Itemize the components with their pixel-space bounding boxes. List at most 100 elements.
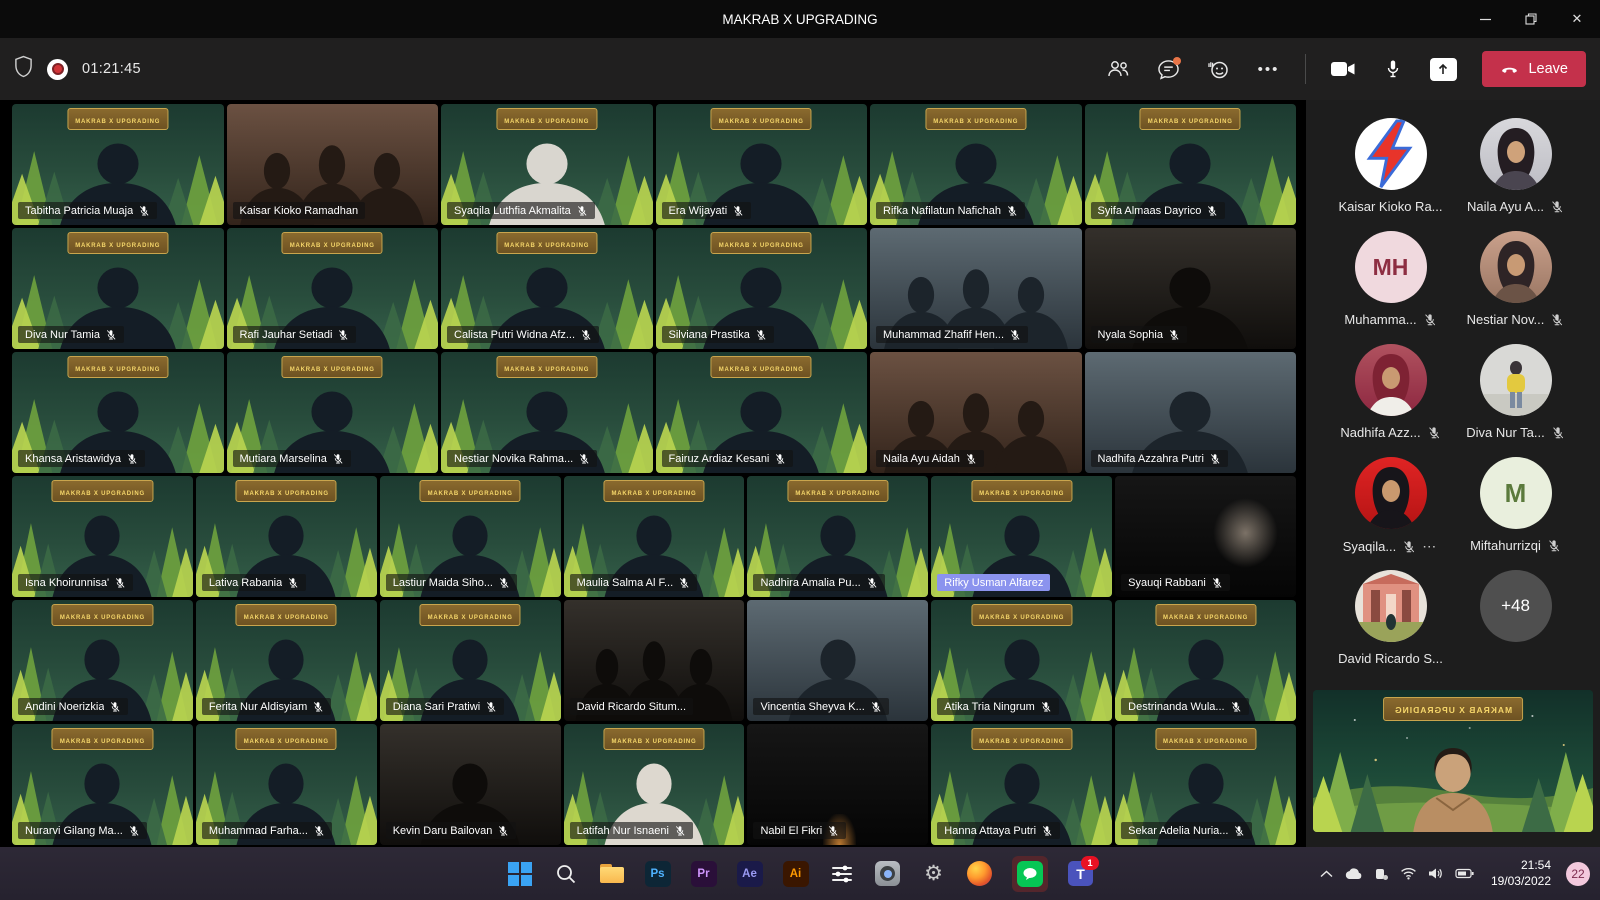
participant-tile[interactable]: MAKRAB X UPGRADINGAtika Tria Ningrum <box>931 600 1112 721</box>
sidebar-participant[interactable]: Nadhifa Azz... <box>1328 344 1453 457</box>
sidebar-participant[interactable]: David Ricardo S... <box>1328 570 1453 683</box>
settings-gear-icon[interactable]: ⚙ <box>920 860 947 887</box>
participant-tile[interactable]: MAKRAB X UPGRADINGIsna Khoirunnisa' <box>12 476 193 597</box>
share-icon[interactable] <box>1422 50 1464 88</box>
more-icon[interactable]: ••• <box>1247 50 1289 88</box>
participant-name: Vincentia Sheyva K... <box>760 701 864 713</box>
firefox-icon[interactable] <box>966 860 993 887</box>
premiere-icon[interactable]: Pr <box>690 860 717 887</box>
participant-tile[interactable]: MAKRAB X UPGRADINGFairuz Ardiaz Kesani <box>656 352 868 473</box>
participant-tile[interactable]: MAKRAB X UPGRADINGMutiara Marselina <box>227 352 439 473</box>
people-icon[interactable] <box>1097 50 1139 88</box>
participant-tile[interactable]: MAKRAB X UPGRADINGKhansa Aristawidya <box>12 352 224 473</box>
participant-tile[interactable]: Nyala Sophia <box>1085 228 1297 349</box>
participant-tile[interactable]: MAKRAB X UPGRADINGRafi Jauhar Setiadi <box>227 228 439 349</box>
after-effects-icon[interactable]: Ae <box>736 860 763 887</box>
sidebar-participant[interactable]: +48 <box>1453 570 1578 683</box>
sidebar-participant[interactable]: Diva Nur Ta... <box>1453 344 1578 457</box>
taskbar-clock[interactable]: 21:54 19/03/2022 <box>1491 858 1551 889</box>
participant-tile[interactable]: MAKRAB X UPGRADINGDiana Sari Pratiwi <box>380 600 561 721</box>
participant-tile[interactable]: Kevin Daru Bailovan <box>380 724 561 845</box>
participant-tile[interactable]: MAKRAB X UPGRADINGDiva Nur Tamia <box>12 228 224 349</box>
participant-tile[interactable]: MAKRAB X UPGRADINGAndini Noerizkia <box>12 600 193 721</box>
line-app-icon[interactable] <box>1012 856 1048 892</box>
close-icon[interactable]: ✕ <box>1554 0 1600 38</box>
sidebar-participant[interactable]: MHMuhamma... <box>1328 231 1453 344</box>
participant-name: Hanna Attaya Putri <box>944 825 1036 837</box>
grid-scroll-gutter[interactable] <box>1296 100 1306 847</box>
participant-tile[interactable]: MAKRAB X UPGRADINGLatifah Nur Isnaeni <box>564 724 745 845</box>
volume-icon[interactable] <box>1428 867 1444 880</box>
sidebar-participant[interactable]: Kaisar Kioko Ra... <box>1328 118 1453 231</box>
participant-tile[interactable]: MAKRAB X UPGRADINGLativa Rabania <box>196 476 377 597</box>
participant-name-label: Nyala Sophia <box>1091 326 1187 343</box>
participant-tile[interactable]: MAKRAB X UPGRADINGNestiar Novika Rahma..… <box>441 352 653 473</box>
participant-name: Mutiara Marselina <box>240 453 327 465</box>
sidebar-participant-name: Miftahurrizqi <box>1470 538 1561 553</box>
cloud-icon[interactable] <box>1344 867 1363 880</box>
mixer-icon[interactable] <box>828 860 855 887</box>
sidebar-participant[interactable]: Nestiar Nov... <box>1453 231 1578 344</box>
participant-tile[interactable]: MAKRAB X UPGRADINGHanna Attaya Putri <box>931 724 1112 845</box>
participant-tile[interactable]: MAKRAB X UPGRADINGLastiur Maida Siho... <box>380 476 561 597</box>
chat-icon[interactable] <box>1147 50 1189 88</box>
teams-app-icon[interactable]: T1 <box>1067 860 1094 887</box>
virtual-bg-banner: MAKRAB X UPGRADING <box>67 232 168 254</box>
participant-tile[interactable]: MAKRAB X UPGRADINGRifky Usman Alfarez <box>931 476 1112 597</box>
clock-date: 19/03/2022 <box>1491 874 1551 890</box>
camera-icon[interactable] <box>1322 50 1364 88</box>
participant-tile[interactable]: MAKRAB X UPGRADINGMaulia Salma Al F... <box>564 476 745 597</box>
participant-tile[interactable]: MAKRAB X UPGRADINGEra Wijayati <box>656 104 868 225</box>
more-options-icon[interactable]: ⋯ <box>1422 538 1438 555</box>
reactions-icon[interactable] <box>1197 50 1239 88</box>
notification-count-badge[interactable]: 22 <box>1566 862 1590 886</box>
participant-tile[interactable]: Muhammad Zhafif Hen... <box>870 228 1082 349</box>
mic-icon[interactable] <box>1372 50 1414 88</box>
participant-tile[interactable]: MAKRAB X UPGRADINGSyifa Almaas Dayrico <box>1085 104 1297 225</box>
participant-tile[interactable]: David Ricardo Situm... <box>564 600 745 721</box>
participant-tile[interactable]: MAKRAB X UPGRADINGFerita Nur Aldisyiam <box>196 600 377 721</box>
participant-tile[interactable]: Syauqi Rabbani <box>1115 476 1296 597</box>
camera-app-icon[interactable] <box>874 860 901 887</box>
search-icon[interactable] <box>552 860 579 887</box>
participant-tile[interactable]: Vincentia Sheyva K... <box>747 600 928 721</box>
sidebar-participant[interactable]: Syaqila...⋯ <box>1328 457 1453 570</box>
sidebar-participant[interactable]: Naila Ayu A... <box>1453 118 1578 231</box>
participant-tile[interactable]: MAKRAB X UPGRADINGTabitha Patricia Muaja <box>12 104 224 225</box>
minimize-icon[interactable] <box>1462 0 1508 38</box>
battery-icon[interactable] <box>1455 868 1474 879</box>
participant-tile[interactable]: MAKRAB X UPGRADINGNadhira Amalia Pu... <box>747 476 928 597</box>
participant-tile[interactable]: MAKRAB X UPGRADINGNurarvi Gilang Ma... <box>12 724 193 845</box>
device-icon[interactable] <box>1374 867 1389 881</box>
illustrator-icon[interactable]: Ai <box>782 860 809 887</box>
maximize-icon[interactable] <box>1508 0 1554 38</box>
mic-muted-icon <box>1040 701 1052 713</box>
participant-tile[interactable]: MAKRAB X UPGRADINGSyaqila Luthfia Akmali… <box>441 104 653 225</box>
avatar-lightning-bolt <box>1355 118 1427 190</box>
participant-tile[interactable]: MAKRAB X UPGRADINGSilviana Prastika <box>656 228 868 349</box>
sidebar-participant[interactable]: MMiftahurrizqi <box>1453 457 1578 570</box>
self-view-tile[interactable]: MAKRAB X UPGRADING <box>1313 690 1593 832</box>
windows-start-icon[interactable] <box>506 860 533 887</box>
wifi-icon[interactable] <box>1400 867 1417 880</box>
chevron-up-icon[interactable] <box>1320 870 1333 878</box>
meeting-stage: MAKRAB X UPGRADINGTabitha Patricia Muaja… <box>0 100 1600 847</box>
participant-tile[interactable]: Kaisar Kioko Ramadhan <box>227 104 439 225</box>
participant-tile[interactable]: Naila Ayu Aidah <box>870 352 1082 473</box>
shield-icon <box>14 55 33 83</box>
participant-tile[interactable]: MAKRAB X UPGRADINGMuhammad Farha... <box>196 724 377 845</box>
leave-button[interactable]: Leave <box>1482 51 1586 87</box>
participant-tile[interactable]: MAKRAB X UPGRADINGRifka Nafilatun Nafich… <box>870 104 1082 225</box>
mic-muted-icon <box>1009 329 1021 341</box>
photoshop-icon[interactable]: Ps <box>644 860 671 887</box>
participant-tile[interactable]: MAKRAB X UPGRADINGCalista Putri Widna Af… <box>441 228 653 349</box>
participant-name-label: Latifah Nur Isnaeni <box>570 822 693 839</box>
sidebar-participant-name: Syaqila...⋯ <box>1343 538 1438 555</box>
file-explorer-icon[interactable] <box>598 860 625 887</box>
participant-tile[interactable]: MAKRAB X UPGRADINGSekar Adelia Nuria... <box>1115 724 1296 845</box>
participant-name-label: Nestiar Novika Rahma... <box>447 450 597 467</box>
participant-tile[interactable]: MAKRAB X UPGRADINGDestrinanda Wula... <box>1115 600 1296 721</box>
participant-tile[interactable]: Nadhifa Azzahra Putri <box>1085 352 1297 473</box>
mic-muted-icon <box>126 453 138 465</box>
participant-tile[interactable]: Nabil El Fikri <box>747 724 928 845</box>
